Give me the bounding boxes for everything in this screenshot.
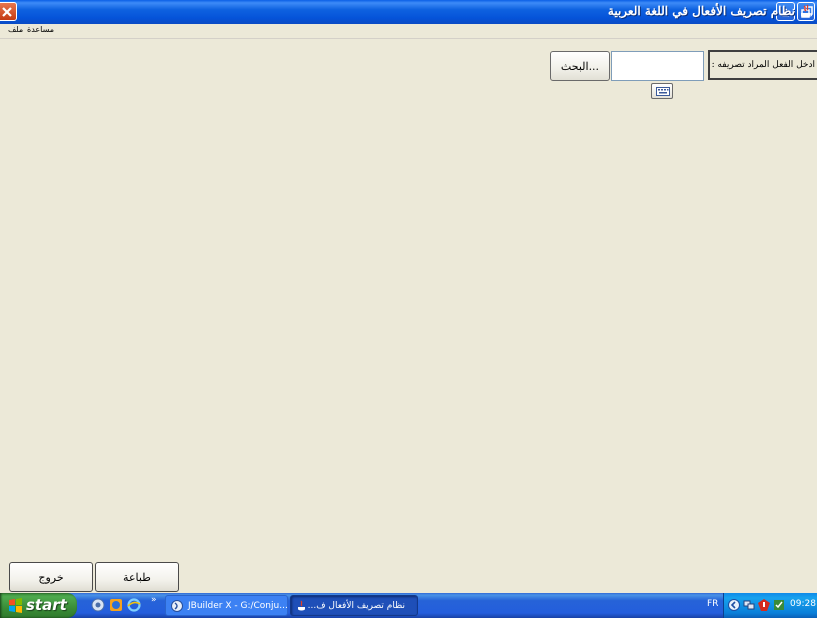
start-label: start — [26, 596, 67, 614]
verb-input[interactable] — [611, 51, 704, 81]
task-label: نظام تصريف الأفعال ف... — [307, 601, 405, 611]
taskbar: start » JBuilder X - G:/Conju... نظام تص… — [0, 593, 817, 618]
window-title: نظام تصريف الأفعال في اللغة العربية — [607, 4, 795, 18]
java-icon — [298, 600, 305, 611]
network-icon[interactable] — [743, 599, 755, 611]
windows-flag-icon — [9, 598, 22, 613]
desktop-icon[interactable] — [91, 598, 105, 612]
keyboard-icon — [656, 87, 670, 96]
language-indicator[interactable]: FR — [707, 599, 718, 609]
verb-prompt-label: ادخل الفعل المراد تصريفه : — [708, 50, 817, 80]
internet-explorer-icon[interactable] — [127, 598, 141, 612]
quicklaunch-more-icon[interactable]: » — [151, 595, 157, 605]
media-player-icon[interactable] — [109, 598, 123, 612]
antivirus-icon[interactable] — [773, 599, 785, 611]
keyboard-button[interactable] — [651, 83, 673, 99]
print-button[interactable]: طباعة — [95, 562, 179, 592]
task-jbuilder[interactable]: JBuilder X - G:/Conju... — [165, 595, 288, 616]
menu-file[interactable]: ملف — [8, 25, 23, 34]
start-button[interactable]: start — [0, 593, 77, 618]
task-label: JBuilder X - G:/Conju... — [188, 601, 288, 611]
clock: 09:28 — [790, 599, 816, 609]
java-icon — [801, 4, 812, 18]
close-icon — [2, 7, 12, 17]
tray-expand-icon[interactable] — [728, 599, 740, 611]
search-button[interactable]: البحث... — [550, 51, 610, 81]
title-bar[interactable]: نظام تصريف الأفعال في اللغة العربية — [0, 0, 817, 24]
close-button[interactable] — [0, 2, 17, 21]
menu-bar: ملف مساعدة — [0, 24, 817, 39]
jbuilder-icon — [171, 600, 183, 612]
exit-button[interactable]: خروج — [9, 562, 93, 592]
security-alert-icon[interactable] — [758, 599, 770, 611]
task-verb-app[interactable]: نظام تصريف الأفعال ف... — [290, 595, 418, 616]
menu-help[interactable]: مساعدة — [27, 25, 54, 34]
